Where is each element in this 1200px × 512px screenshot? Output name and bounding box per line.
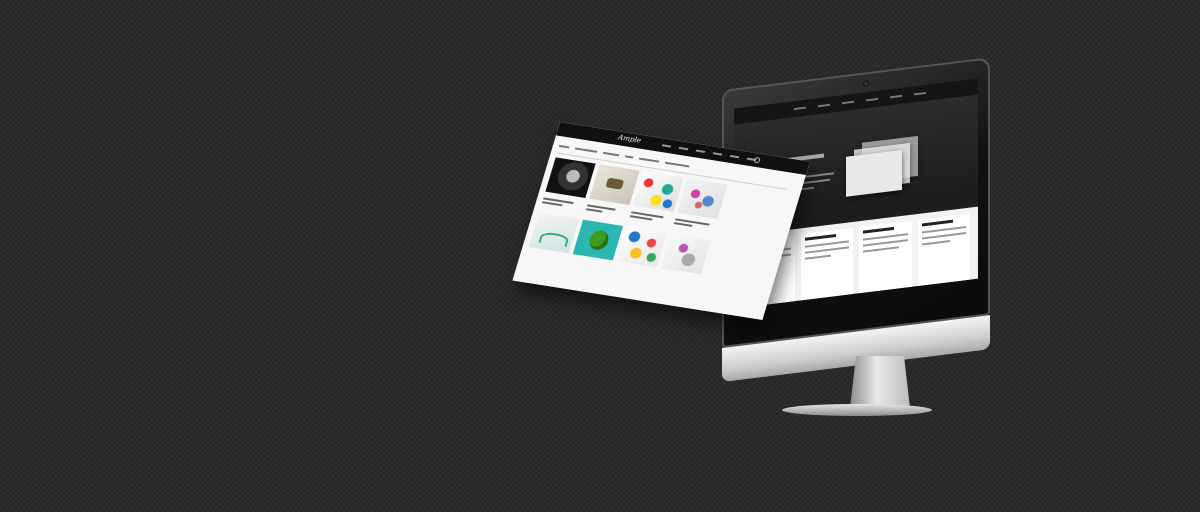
portfolio-thumbnail [660,233,712,275]
hero-banner: Ample [0,0,1200,512]
screen-slides-graphic [844,131,924,201]
imac-stand [850,356,910,408]
portfolio-thumbnail [589,164,640,205]
portfolio-thumbnail [545,157,596,199]
imac-base [782,404,932,416]
portfolio-thumbnail [572,219,624,261]
thumbnail-caption [629,209,672,223]
search-icon [753,156,761,164]
thumbnail-caption [585,202,628,216]
portfolio-thumbnail [616,226,668,268]
portfolio-thumbnail [633,171,684,212]
camera-icon [864,81,868,86]
thumbnail-caption [673,216,716,230]
thumbnail-caption [541,195,584,209]
portfolio-thumbnail [528,212,580,254]
page-logo: Ample [617,133,642,145]
portfolio-thumbnail [677,178,728,219]
